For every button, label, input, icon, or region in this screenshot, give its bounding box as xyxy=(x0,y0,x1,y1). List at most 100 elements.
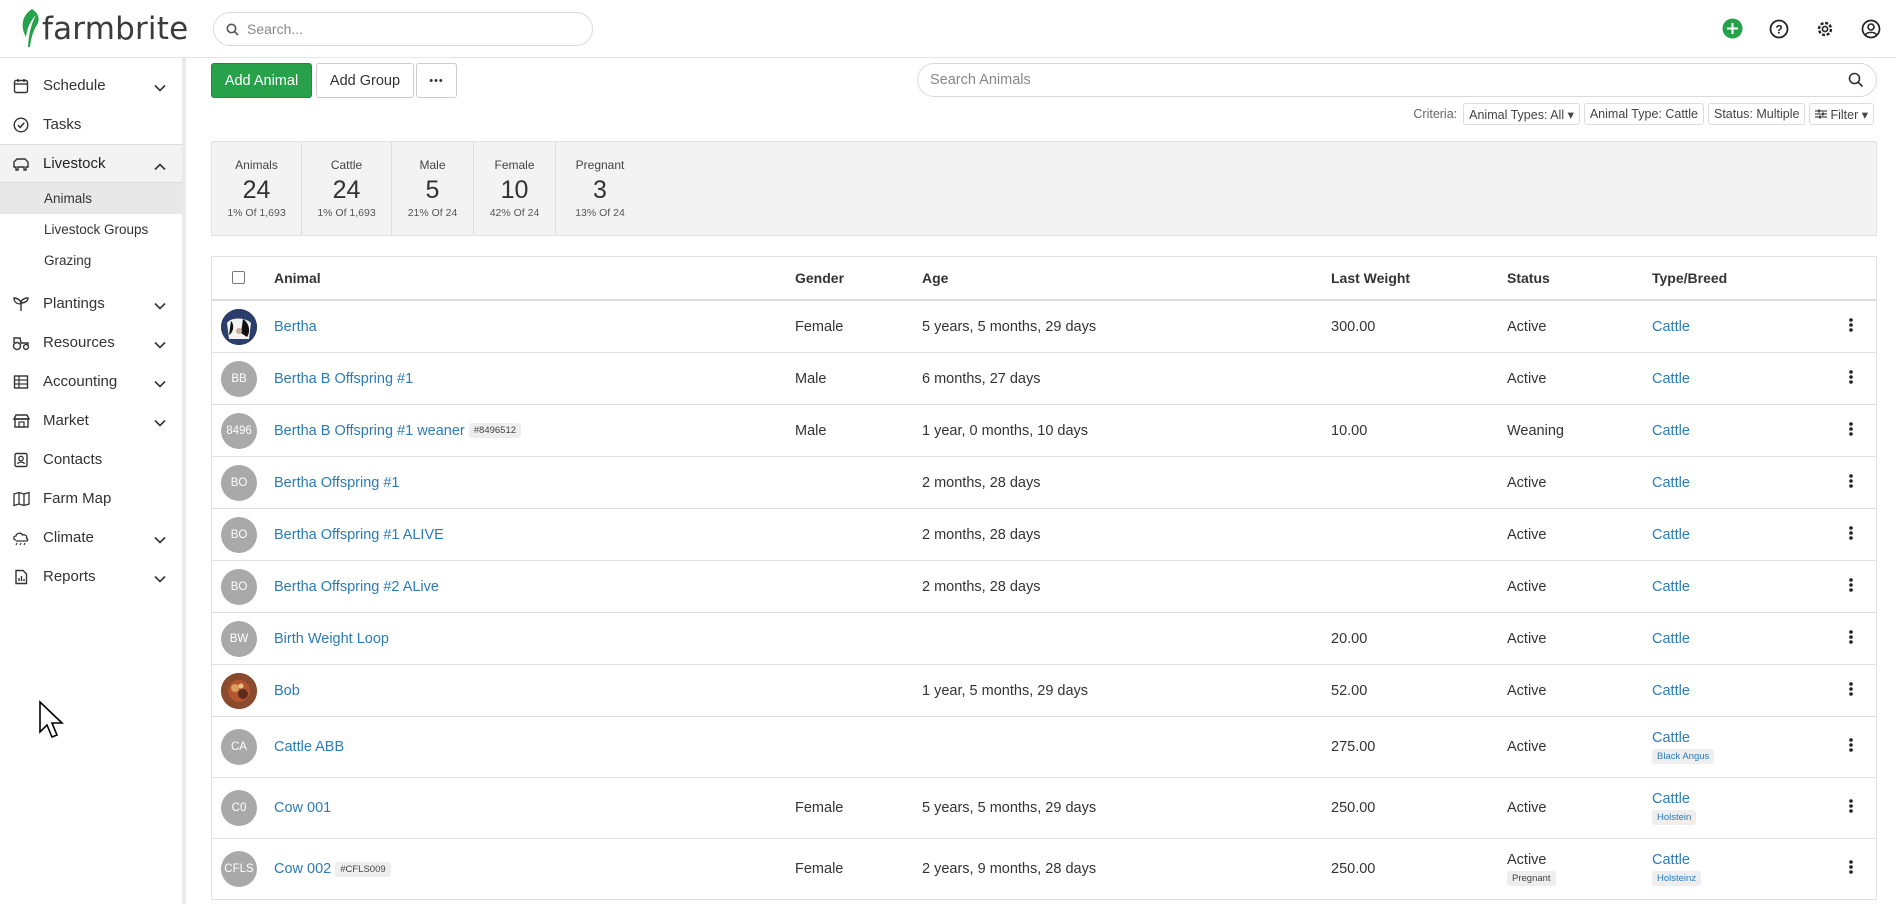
column-header-gender[interactable]: Gender xyxy=(795,270,844,286)
stat-male[interactable]: Male 5 21% Of 24 xyxy=(392,142,474,235)
table-row[interactable]: BO Bertha Offspring #2 ALive 2 months, 28 … xyxy=(212,561,1876,613)
avatar[interactable]: BB xyxy=(221,360,257,397)
help-icon[interactable]: ? xyxy=(1765,15,1792,42)
avatar[interactable]: 8496 xyxy=(221,412,257,449)
table-row[interactable]: BW Birth Weight Loop 20.00 Active Cattle xyxy=(212,613,1876,665)
animal-name-link[interactable]: Bertha B Offspring #1 weaner xyxy=(274,423,465,439)
add-animal-button[interactable]: Add Animal xyxy=(211,63,312,98)
type-link[interactable]: Cattle xyxy=(1652,371,1690,387)
avatar[interactable]: BO xyxy=(221,568,257,605)
type-link[interactable]: Cattle xyxy=(1652,475,1690,491)
sidebar-item-climate[interactable]: Climate xyxy=(0,518,182,557)
animal-photo[interactable] xyxy=(221,308,257,345)
animal-name-link[interactable]: Bertha Offspring #1 ALIVE xyxy=(274,527,444,543)
animal-name-link[interactable]: Cattle ABB xyxy=(274,739,344,755)
row-actions-kebab-icon[interactable] xyxy=(1849,577,1853,596)
animal-name-link[interactable]: Bertha Offspring #2 ALive xyxy=(274,579,439,595)
column-header-status[interactable]: Status xyxy=(1507,270,1550,286)
table-row[interactable]: CA Cattle ABB 275.00 Active Cattle Black Angu… xyxy=(212,717,1876,778)
sidebar-subitem-livestock-groups[interactable]: Livestock Groups xyxy=(0,214,182,245)
type-link[interactable]: Cattle xyxy=(1652,423,1690,439)
type-link[interactable]: Cattle xyxy=(1652,683,1690,699)
add-group-button[interactable]: Add Group xyxy=(316,63,414,98)
table-row[interactable]: 8496 Bertha B Offspring #1 weaner #8496512… xyxy=(212,405,1876,457)
filter-dropdown[interactable]: Filter ▾ xyxy=(1809,103,1874,125)
breed-badge[interactable]: Holsteinz xyxy=(1652,871,1702,886)
sidebar-item-reports[interactable]: Reports xyxy=(0,557,182,596)
animal-name-link[interactable]: Bertha Offspring #1 xyxy=(274,475,399,491)
animal-name-link[interactable]: Cow 002 xyxy=(274,861,331,877)
stat-animals[interactable]: Animals 24 1% Of 1,693 xyxy=(212,142,302,235)
table-row[interactable]: BO Bertha Offspring #1 ALIVE 2 months, 28 … xyxy=(212,509,1876,561)
table-row[interactable]: C0 Cow 001 Female 5 years, 5 months, 29 day… xyxy=(212,778,1876,839)
animal-types-dropdown[interactable]: Animal Types: All ▾ xyxy=(1463,103,1580,125)
row-actions-kebab-icon[interactable] xyxy=(1849,369,1853,388)
sidebar-subitem-animals[interactable]: Animals xyxy=(0,183,182,214)
animal-type-chip[interactable]: Animal Type: Cattle xyxy=(1583,103,1704,125)
row-actions-kebab-icon[interactable] xyxy=(1849,860,1853,878)
farmbrite-logo[interactable]: farmbrite xyxy=(18,7,188,51)
sidebar-item-farm-map[interactable]: Farm Map xyxy=(0,479,182,518)
sidebar-item-resources[interactable]: Resources xyxy=(0,323,182,362)
sidebar-item-accounting[interactable]: Accounting xyxy=(0,362,182,401)
sidebar-item-plantings[interactable]: Plantings xyxy=(0,284,182,323)
column-header-age[interactable]: Age xyxy=(922,270,948,286)
animal-name-link[interactable]: Bertha B Offspring #1 xyxy=(274,371,413,387)
age-cell: 5 years, 5 months, 29 days xyxy=(922,800,1097,816)
type-link[interactable]: Cattle xyxy=(1652,319,1690,335)
sidebar-item-market[interactable]: Market xyxy=(0,401,182,440)
type-link[interactable]: Cattle xyxy=(1652,852,1701,868)
settings-gear-icon[interactable] xyxy=(1811,15,1838,42)
row-actions-kebab-icon[interactable] xyxy=(1849,421,1853,440)
status-chip[interactable]: Status: Multiple xyxy=(1708,103,1806,125)
stat-female[interactable]: Female 10 42% Of 24 xyxy=(474,142,556,235)
stat-pregnant[interactable]: Pregnant 3 13% Of 24 xyxy=(556,142,644,235)
type-link[interactable]: Cattle xyxy=(1652,791,1696,807)
avatar[interactable]: CA xyxy=(221,729,257,765)
avatar[interactable]: BW xyxy=(221,620,257,657)
type-link[interactable]: Cattle xyxy=(1652,730,1714,746)
breed-badge[interactable]: Black Angus xyxy=(1652,749,1715,764)
column-header-last-weight[interactable]: Last Weight xyxy=(1331,270,1410,286)
table-row[interactable]: Bob 1 year, 5 months, 29 days 52.00 Active C… xyxy=(212,665,1876,717)
sidebar-item-livestock[interactable]: Livestock xyxy=(0,144,182,183)
animal-name-link[interactable]: Bob xyxy=(274,683,300,699)
sidebar-item-contacts[interactable]: Contacts xyxy=(0,440,182,479)
table-row[interactable]: BO Bertha Offspring #1 2 months, 28 days Ac… xyxy=(212,457,1876,509)
row-actions-kebab-icon[interactable] xyxy=(1849,525,1853,544)
row-actions-kebab-icon[interactable] xyxy=(1849,738,1853,756)
animal-search-input[interactable]: Search Animals xyxy=(917,63,1877,97)
add-plus-icon[interactable] xyxy=(1719,15,1746,42)
avatar[interactable]: C0 xyxy=(221,790,257,826)
column-header-animal[interactable]: Animal xyxy=(274,270,321,286)
select-all-checkbox[interactable] xyxy=(232,271,245,284)
more-actions-button[interactable]: ••• xyxy=(416,63,457,98)
row-actions-kebab-icon[interactable] xyxy=(1849,317,1853,336)
table-row[interactable]: CFLS Cow 002 #CFLS009 Female 2 years, 9 mont… xyxy=(212,839,1876,900)
row-actions-kebab-icon[interactable] xyxy=(1849,629,1853,648)
animal-photo[interactable] xyxy=(221,672,257,709)
table-row[interactable]: BB Bertha B Offspring #1 Male 6 months, 27 … xyxy=(212,353,1876,405)
row-actions-kebab-icon[interactable] xyxy=(1849,681,1853,700)
sidebar-subitem-grazing[interactable]: Grazing xyxy=(0,245,182,276)
animal-name-link[interactable]: Bertha xyxy=(274,319,317,335)
animal-name-link[interactable]: Cow 001 xyxy=(274,800,331,816)
search-icon[interactable] xyxy=(1848,72,1864,92)
breed-badge[interactable]: Holstein xyxy=(1652,810,1697,825)
user-account-icon[interactable] xyxy=(1857,15,1884,42)
sidebar-item-tasks[interactable]: Tasks xyxy=(0,105,182,144)
avatar[interactable]: BO xyxy=(221,464,257,501)
row-actions-kebab-icon[interactable] xyxy=(1849,799,1853,817)
stat-cattle[interactable]: Cattle 24 1% Of 1,693 xyxy=(302,142,392,235)
type-link[interactable]: Cattle xyxy=(1652,579,1690,595)
sidebar-item-schedule[interactable]: Schedule xyxy=(0,66,182,105)
row-actions-kebab-icon[interactable] xyxy=(1849,473,1853,492)
animal-name-link[interactable]: Birth Weight Loop xyxy=(274,631,389,647)
type-link[interactable]: Cattle xyxy=(1652,527,1690,543)
avatar[interactable]: BO xyxy=(221,516,257,553)
table-row[interactable]: Bertha Female 5 years, 5 months, 29 days 30… xyxy=(212,301,1876,353)
avatar[interactable]: CFLS xyxy=(221,851,257,887)
global-search-input[interactable]: Search... xyxy=(213,12,593,46)
column-header-type-breed[interactable]: Type/Breed xyxy=(1652,270,1727,286)
type-link[interactable]: Cattle xyxy=(1652,631,1690,647)
